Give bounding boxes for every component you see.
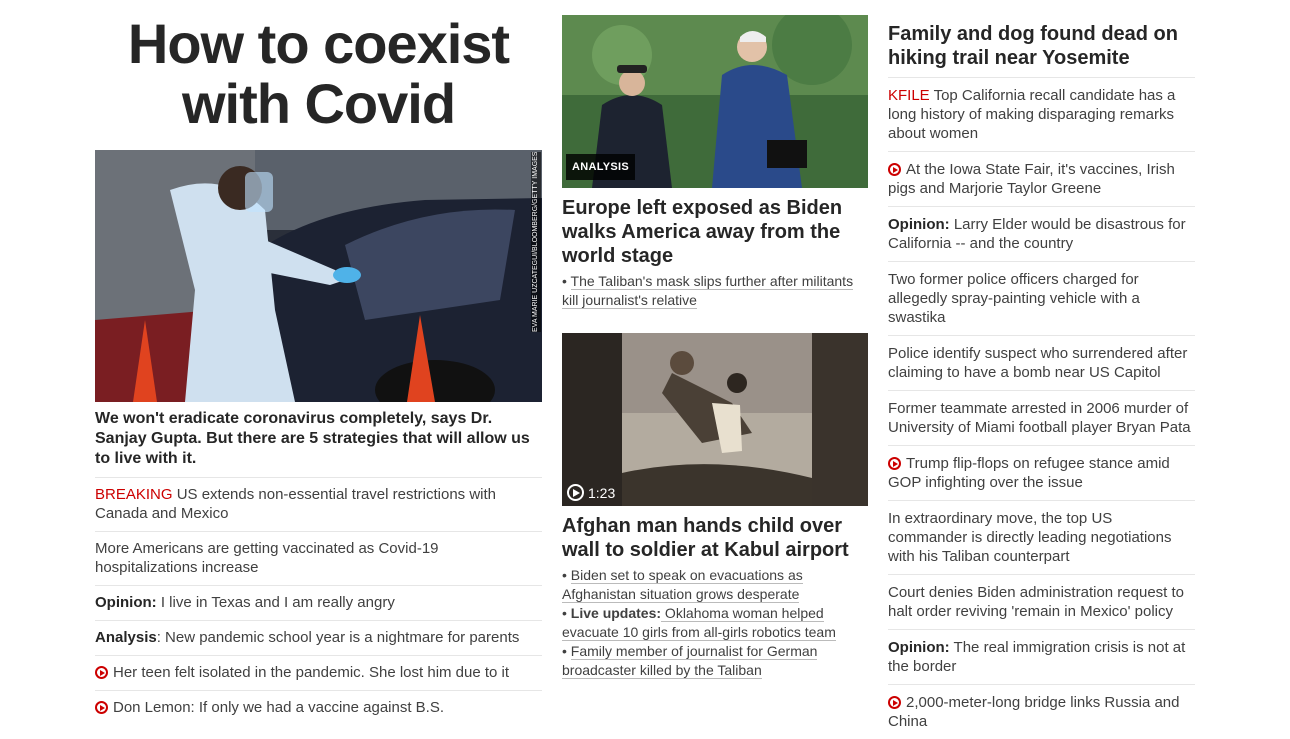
- related-link[interactable]: • The Taliban's mask slips further after…: [562, 272, 868, 310]
- video-play-icon: [95, 701, 108, 714]
- story1-image[interactable]: ANALYSIS: [562, 15, 868, 188]
- list-item[interactable]: Former teammate arrested in 2006 murder …: [888, 391, 1195, 446]
- play-icon: [567, 484, 584, 501]
- list-item[interactable]: 2,000-meter-long bridge links Russia and…: [888, 685, 1195, 739]
- list-item[interactable]: Analysis: New pandemic school year is a …: [95, 621, 542, 656]
- list-item[interactable]: Opinion: I live in Texas and I am really…: [95, 586, 542, 621]
- video-play-icon: [888, 696, 901, 709]
- opinion-kicker: Opinion:: [888, 639, 950, 656]
- list-item[interactable]: Opinion: The real immigration crisis is …: [888, 630, 1195, 685]
- analysis-kicker: Analysis: [95, 629, 157, 646]
- opinion-kicker: Opinion:: [888, 216, 950, 233]
- headline-list: KFILE Top California recall candidate ha…: [888, 78, 1195, 739]
- video-play-icon: [95, 666, 108, 679]
- story1-headline[interactable]: Europe left exposed as Biden walks Ameri…: [562, 196, 868, 268]
- right-column: Family and dog found dead on hiking trai…: [888, 0, 1195, 739]
- list-item[interactable]: Two former police officers charged for a…: [888, 262, 1195, 336]
- hero-headline[interactable]: How to coexist with Covid: [95, 14, 542, 134]
- related-link[interactable]: • Family member of journalist for German…: [562, 642, 868, 680]
- video-play-icon: [888, 163, 901, 176]
- analysis-badge: ANALYSIS: [566, 154, 636, 180]
- video-play-icon: [888, 457, 901, 470]
- headline-list: BREAKING US extends non-essential travel…: [95, 478, 542, 725]
- middle-column: ANALYSIS Europe left exposed as Biden wa…: [562, 0, 868, 680]
- list-item[interactable]: BREAKING US extends non-essential travel…: [95, 478, 542, 532]
- covid-testing-photo: [95, 150, 542, 402]
- opinion-kicker: Opinion:: [95, 594, 157, 611]
- kfile-kicker: KFILE: [888, 87, 930, 104]
- list-item[interactable]: KFILE Top California recall candidate ha…: [888, 78, 1195, 152]
- story2-video[interactable]: 1:23: [562, 333, 868, 506]
- list-item[interactable]: Police identify suspect who surrendered …: [888, 336, 1195, 391]
- list-item[interactable]: Opinion: Larry Elder would be disastrous…: [888, 207, 1195, 262]
- lead-column: How to coexist with Covid EVA MARIE UZCA…: [95, 0, 542, 725]
- hero-image[interactable]: EVA MARIE UZCATEGUI/BLOOMBERG/GETTY IMAG…: [95, 150, 542, 402]
- story2-headline[interactable]: Afghan man hands child over wall to sold…: [562, 514, 868, 562]
- kabul-airport-photo: [562, 333, 868, 506]
- breaking-kicker: BREAKING: [95, 486, 173, 503]
- section-top-headline[interactable]: Family and dog found dead on hiking trai…: [888, 22, 1195, 78]
- video-duration: 1:23: [567, 484, 615, 501]
- list-item[interactable]: At the Iowa State Fair, it's vaccines, I…: [888, 152, 1195, 207]
- list-item[interactable]: Court denies Biden administration reques…: [888, 575, 1195, 630]
- list-item[interactable]: Trump flip-flops on refugee stance amid …: [888, 446, 1195, 501]
- story1-related-links: • The Taliban's mask slips further after…: [562, 272, 868, 310]
- list-item[interactable]: Her teen felt isolated in the pandemic. …: [95, 656, 542, 691]
- list-item[interactable]: More Americans are getting vaccinated as…: [95, 532, 542, 586]
- list-item[interactable]: In extraordinary move, the top US comman…: [888, 501, 1195, 575]
- image-credit: EVA MARIE UZCATEGUI/BLOOMBERG/GETTY IMAG…: [531, 152, 541, 332]
- list-item[interactable]: Don Lemon: If only we had a vaccine agai…: [95, 691, 542, 725]
- related-link[interactable]: • Live updates: Oklahoma woman helped ev…: [562, 604, 868, 642]
- hero-caption[interactable]: We won't eradicate coronavirus completel…: [95, 409, 542, 478]
- related-link[interactable]: • Biden set to speak on evacuations as A…: [562, 566, 868, 604]
- story2-related-links: • Biden set to speak on evacuations as A…: [562, 566, 868, 680]
